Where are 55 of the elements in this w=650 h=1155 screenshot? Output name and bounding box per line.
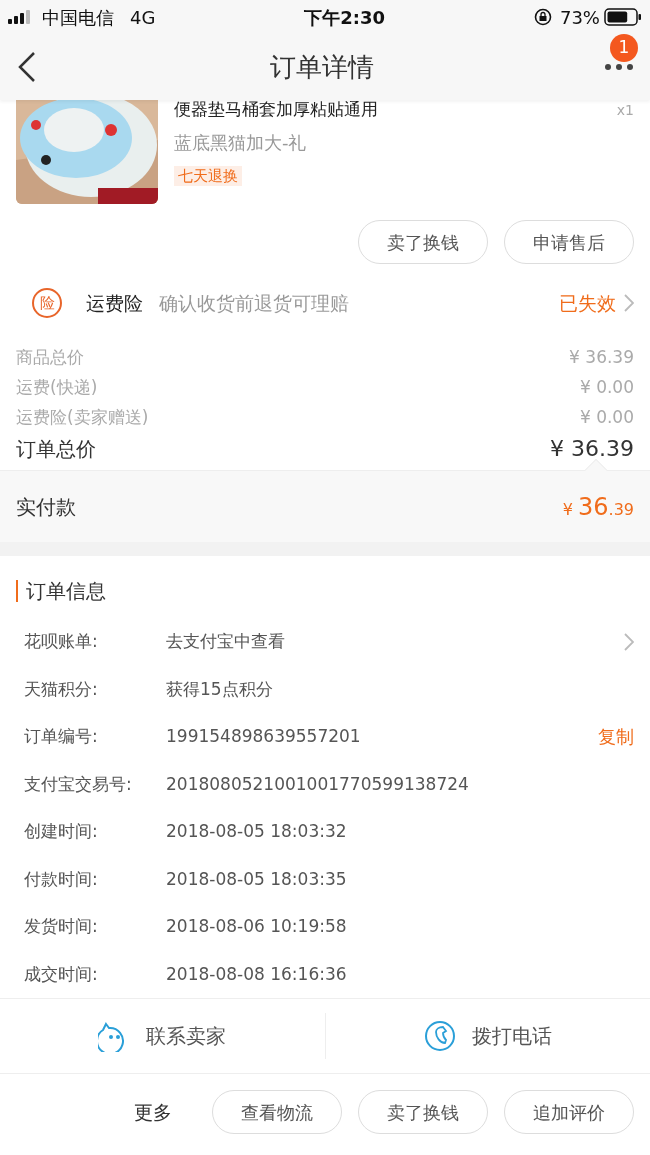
more-icon[interactable]: [604, 63, 634, 71]
info-value: 2018-08-05 18:03:35: [166, 867, 348, 891]
chevron-right-icon: [624, 632, 634, 651]
info-label: 付款时间:: [24, 867, 99, 891]
status-time: 下午2:30: [304, 5, 386, 30]
price-value: ¥ 0.00: [579, 406, 634, 429]
info-label: 天猫积分:: [24, 677, 99, 701]
contact-button[interactable]: 联系卖家: [0, 1020, 325, 1052]
price-label: 订单总价: [16, 436, 96, 463]
page-title: 订单详情: [270, 50, 374, 84]
info-link[interactable]: 去支付宝中查看: [166, 629, 624, 655]
info-value: 2018-08-08 16:16:36: [166, 962, 348, 986]
rotation-lock-icon: [533, 8, 552, 26]
info-label: 订单编号:: [24, 725, 99, 748]
info-label: 发货时间:: [24, 915, 99, 938]
price-label: 运费(快递): [16, 376, 98, 399]
paid-label: 实付款: [16, 493, 76, 521]
phone-icon: [423, 1020, 456, 1052]
action-button[interactable]: 申请售后: [504, 220, 634, 264]
insurance-description: 确认收货前退货可理赔: [159, 290, 349, 316]
info-value: 获得15点积分: [166, 677, 274, 701]
price-value: ¥ 0.00: [579, 376, 634, 399]
action-button[interactable]: 查看物流: [212, 1090, 342, 1134]
info-label: 支付宝交易号:: [24, 772, 133, 796]
action-button[interactable]: 追加评价: [504, 1090, 634, 1134]
section-title: 订单信息: [16, 580, 634, 602]
return-policy-tag: 七天退换: [174, 166, 242, 186]
price-value: ¥ 36.39: [550, 435, 634, 463]
quantity: x1: [616, 101, 634, 120]
insurance-name: 运费险: [86, 290, 143, 316]
info-value: 2018-08-05 18:03:32: [166, 820, 348, 843]
info-value: 2018080521001001770599138724: [166, 772, 470, 796]
info-label: 花呗账单:: [24, 630, 99, 653]
carrier-name: 中国电信: [42, 5, 114, 30]
info-label: 创建时间:: [24, 820, 99, 843]
chevron-right-icon: [624, 294, 634, 312]
price-label: 运费险(卖家赠送): [16, 406, 149, 429]
battery-percent: 73%: [559, 5, 600, 30]
insurance-status: 已失效: [559, 290, 616, 316]
battery-icon: [604, 8, 642, 26]
paid-amount: ¥ 36.39: [562, 491, 634, 523]
product-title: 便器垫马桶套加厚粘贴通用: [174, 100, 378, 121]
action-button[interactable]: 卖了换钱: [358, 1090, 488, 1134]
insurance-badge: 险: [32, 288, 62, 318]
price-value: ¥ 36.39: [569, 346, 634, 369]
action-button[interactable]: 卖了换钱: [358, 220, 488, 264]
network-type: 4G: [130, 5, 156, 30]
more-label: 更多: [134, 1099, 172, 1125]
product-variant: 蓝底黑猫加大-礼: [174, 131, 308, 155]
info-value: 199154898639557201: [166, 725, 362, 748]
contact-button[interactable]: 拨打电话: [325, 1020, 650, 1052]
info-label: 成交时间:: [24, 962, 99, 986]
info-value: 2018-08-06 10:19:58: [166, 915, 348, 938]
notification-badge: 1: [610, 34, 638, 62]
price-label: 商品总价: [16, 346, 84, 369]
